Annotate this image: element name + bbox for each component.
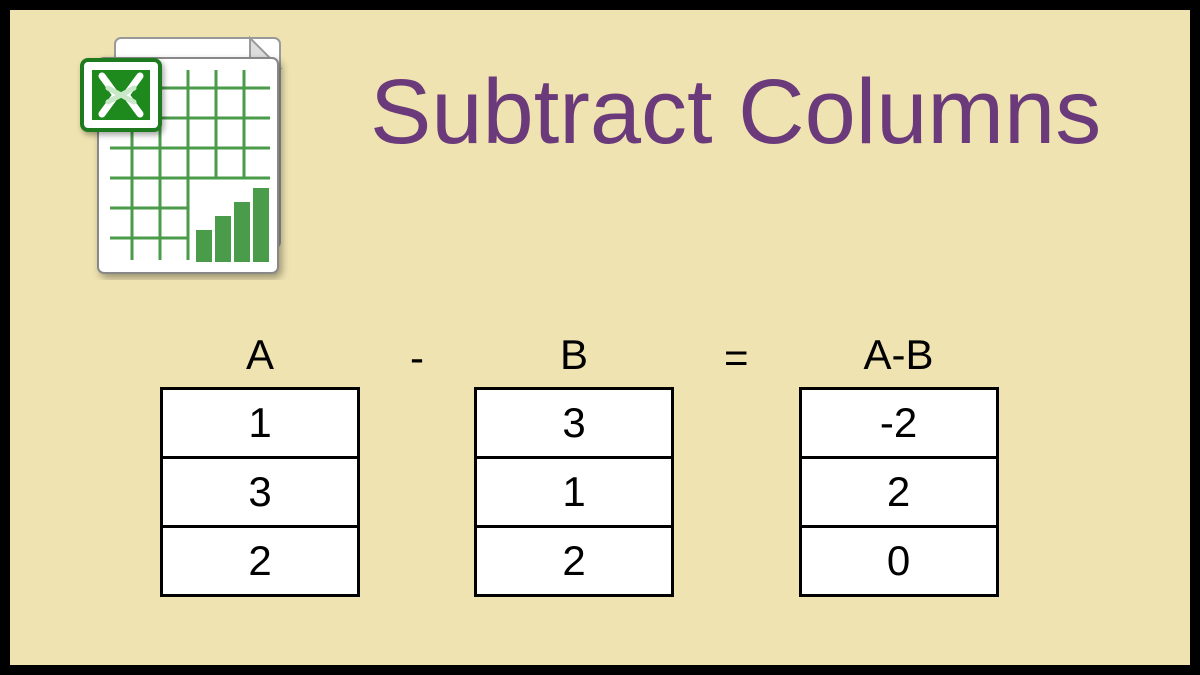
column-result: A-B -2 2 0	[799, 330, 999, 597]
cell-a-2: 2	[160, 525, 360, 597]
columns-container: A 1 3 2 - B 3 1 2 = A-B -2 2 0	[160, 330, 999, 597]
column-a: A 1 3 2	[160, 330, 360, 597]
cell-b-1: 1	[474, 456, 674, 528]
column-b: B 3 1 2	[474, 330, 674, 597]
page-title: Subtract Columns	[370, 60, 1101, 165]
cell-b-2: 2	[474, 525, 674, 597]
cell-result-2: 0	[799, 525, 999, 597]
cell-a-0: 1	[160, 387, 360, 459]
excel-icon	[70, 30, 300, 280]
column-b-header: B	[560, 330, 588, 380]
cell-result-1: 2	[799, 456, 999, 528]
cell-b-0: 3	[474, 387, 674, 459]
column-a-header: A	[246, 330, 274, 380]
cell-a-1: 3	[160, 456, 360, 528]
column-result-header: A-B	[864, 330, 934, 380]
equals-operator: =	[724, 330, 749, 380]
minus-operator: -	[410, 330, 424, 380]
cell-result-0: -2	[799, 387, 999, 459]
